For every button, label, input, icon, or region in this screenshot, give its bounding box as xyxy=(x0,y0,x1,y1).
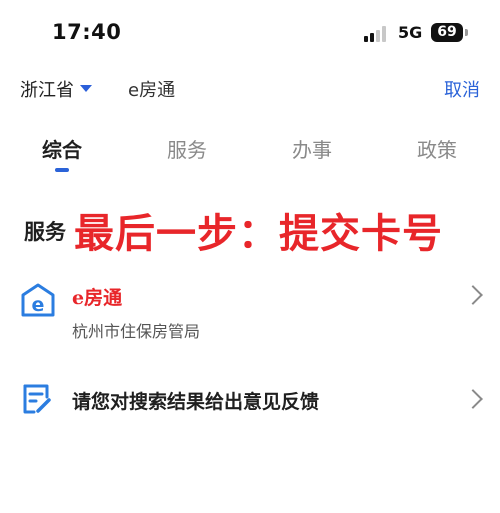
caret-down-icon[interactable] xyxy=(80,85,92,92)
feedback-item[interactable]: 请您对搜索结果给出意见反馈 xyxy=(0,380,500,420)
status-bar: 17:40 5G 69 xyxy=(0,0,500,62)
tab-services[interactable]: 服务 xyxy=(167,134,207,163)
cellular-signal-icon xyxy=(364,26,386,42)
active-tab-indicator xyxy=(55,168,69,172)
svg-text:e: e xyxy=(32,294,45,316)
tab-policy[interactable]: 政策 xyxy=(417,134,457,163)
section-title: 服务 xyxy=(24,220,66,244)
battery-cap xyxy=(465,29,468,36)
province-selector[interactable]: 浙江省 xyxy=(20,76,74,102)
status-time: 17:40 xyxy=(52,20,122,44)
network-type: 5G xyxy=(398,23,423,42)
annotation-overlay: 最后一步：提交卡号 xyxy=(74,211,443,257)
result-title: e房通 xyxy=(72,287,123,309)
cancel-button[interactable]: 取消 xyxy=(444,76,480,102)
result-item-efangtong[interactable]: e e房通 杭州市住保房管局 xyxy=(0,274,500,354)
tab-bar: 综合 服务 办事 政策 xyxy=(0,134,500,178)
search-header: 浙江省 e房通 取消 xyxy=(0,68,500,108)
feedback-edit-icon xyxy=(23,384,51,414)
chevron-right-icon xyxy=(463,285,483,305)
tab-comprehensive[interactable]: 综合 xyxy=(42,134,82,163)
battery-icon: 69 xyxy=(431,23,463,42)
search-input[interactable]: e房通 xyxy=(128,76,175,102)
feedback-label: 请您对搜索结果给出意见反馈 xyxy=(72,391,320,413)
house-e-icon: e xyxy=(21,283,55,317)
tab-affairs[interactable]: 办事 xyxy=(292,134,332,163)
chevron-right-icon xyxy=(463,389,483,409)
result-subtitle: 杭州市住保房管局 xyxy=(72,322,201,341)
